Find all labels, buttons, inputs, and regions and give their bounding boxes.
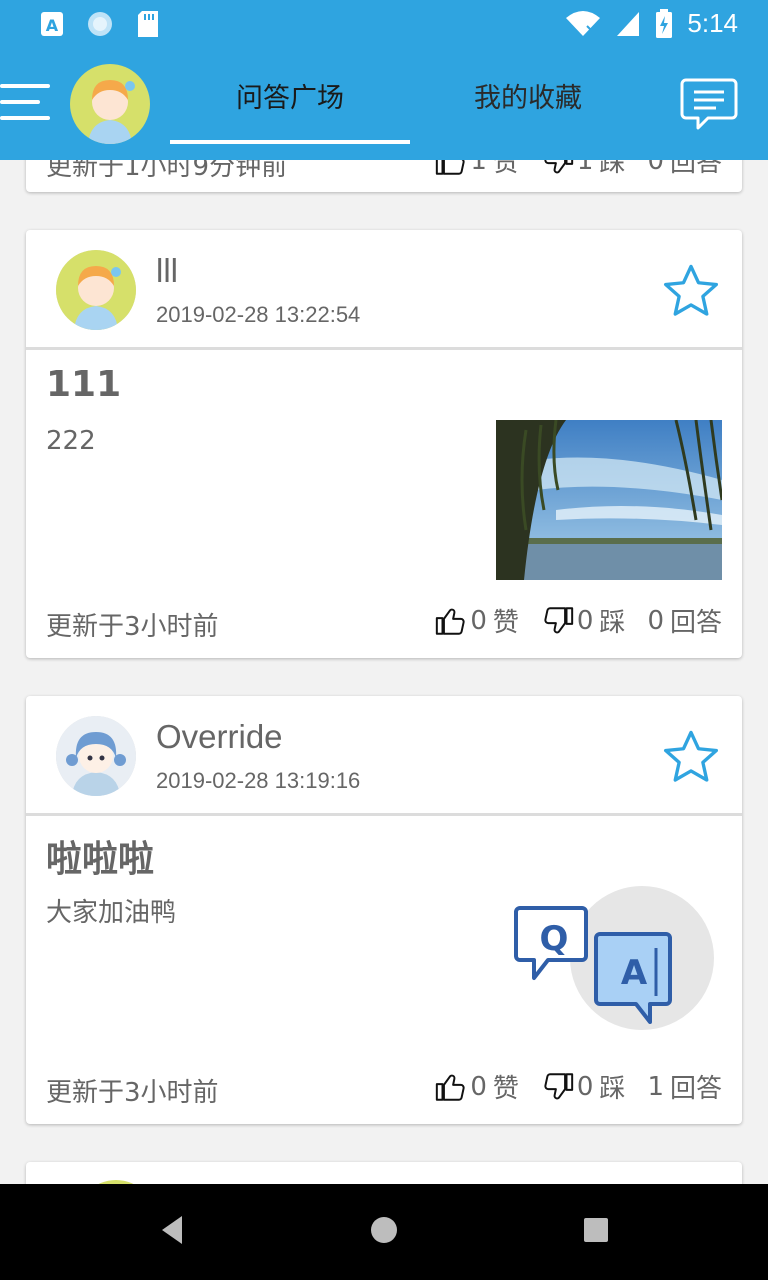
thumbs-down-icon [544, 1072, 574, 1099]
answer-label: 回答 [669, 608, 722, 638]
message-icon[interactable] [680, 76, 738, 132]
like-count: 0 [470, 605, 487, 636]
sd-card-icon [138, 11, 158, 37]
question-text: 222 [46, 426, 96, 456]
answer-count: 0 [647, 605, 664, 636]
like-button[interactable]: 0 赞 [434, 1068, 519, 1105]
username: Override [156, 718, 283, 755]
question-card-partial[interactable] [26, 1162, 742, 1184]
dislike-count: 0 [576, 605, 594, 636]
keyboard-a-icon: A [41, 12, 63, 36]
card-header: Override 2019-02-28 13:19:16 [26, 696, 742, 816]
post-date: 2019-02-28 13:19:16 [156, 768, 361, 793]
updated-time: 更新于3小时前 [46, 612, 219, 642]
question-title: 啦啦啦 [46, 839, 155, 880]
dislike-button[interactable]: 0 踩 [541, 1068, 626, 1105]
question-card[interactable]: lll 2019-02-28 13:22:54 111 222 更新于3小时前 … [26, 230, 742, 658]
signal-icon [617, 11, 640, 36]
avatar[interactable] [56, 716, 136, 796]
question-list[interactable]: 更新于1小时9分钟前 1 赞 1 踩 0 回答 lll 2019-02-28 1… [0, 0, 768, 1184]
card-header: lll 2019-02-28 13:22:54 [26, 230, 742, 350]
question-image[interactable] [496, 420, 722, 580]
svg-text:Q: Q [540, 919, 569, 959]
like-label: 赞 [492, 608, 519, 638]
post-date: 2019-02-28 13:22:54 [156, 302, 361, 327]
username: lll [156, 252, 178, 289]
dislike-count: 0 [576, 1071, 594, 1102]
like-label: 赞 [492, 1074, 519, 1104]
tab-my-favorites[interactable]: 我的收藏 [408, 76, 648, 115]
dislike-label: 踩 [599, 1074, 626, 1104]
app-bar: 问答广场 我的收藏 [0, 48, 768, 160]
card-body: 啦啦啦 大家加油鸭 Q A 更新于3小时前 0 赞 0 踩 1 回答 [26, 816, 742, 1122]
svg-text:A: A [46, 16, 59, 35]
clock: 5:14 [687, 8, 738, 38]
svg-text:A: A [621, 953, 648, 993]
question-card[interactable]: Override 2019-02-28 13:19:16 啦啦啦 大家加油鸭 Q… [26, 696, 742, 1124]
answer-count-group[interactable]: 1 回答 [647, 1068, 722, 1105]
tab-indicator [170, 140, 410, 144]
user-avatar[interactable] [70, 64, 150, 144]
avatar[interactable] [56, 250, 136, 330]
like-count: 0 [470, 1071, 487, 1102]
wifi-icon [566, 10, 601, 36]
answer-label: 回答 [669, 1074, 722, 1104]
qa-illustration[interactable]: Q A [496, 886, 722, 1046]
card-stats: 0 赞 0 踩 1 回答 [434, 1068, 722, 1105]
card-stats: 0 赞 0 踩 0 回答 [434, 602, 722, 639]
thumbs-up-icon [436, 1074, 465, 1101]
tab-qa-square[interactable]: 问答广场 [170, 76, 410, 115]
card-body: 111 222 更新于3小时前 0 赞 0 踩 0 回答 [26, 350, 742, 656]
thumbs-down-icon [544, 606, 574, 633]
battery-charging-icon [656, 8, 673, 38]
question-title: 111 [46, 364, 122, 405]
star-icon[interactable] [660, 260, 722, 322]
navigation-bar [0, 1184, 768, 1280]
thumbs-up-icon [436, 608, 465, 635]
back-icon[interactable] [158, 1214, 186, 1246]
status-bar: A 5:14 [0, 0, 768, 48]
dislike-label: 踩 [599, 608, 626, 638]
sync-circle-icon [88, 12, 112, 36]
star-icon[interactable] [660, 726, 722, 788]
recents-icon[interactable] [582, 1214, 610, 1246]
answer-count: 1 [647, 1071, 664, 1102]
menu-icon[interactable] [0, 84, 52, 124]
answer-count-group[interactable]: 0 回答 [647, 602, 722, 639]
like-button[interactable]: 0 赞 [434, 602, 519, 639]
home-icon[interactable] [370, 1214, 398, 1246]
updated-time: 更新于3小时前 [46, 1078, 219, 1108]
question-text: 大家加油鸭 [46, 898, 177, 928]
dislike-button[interactable]: 0 踩 [541, 602, 626, 639]
